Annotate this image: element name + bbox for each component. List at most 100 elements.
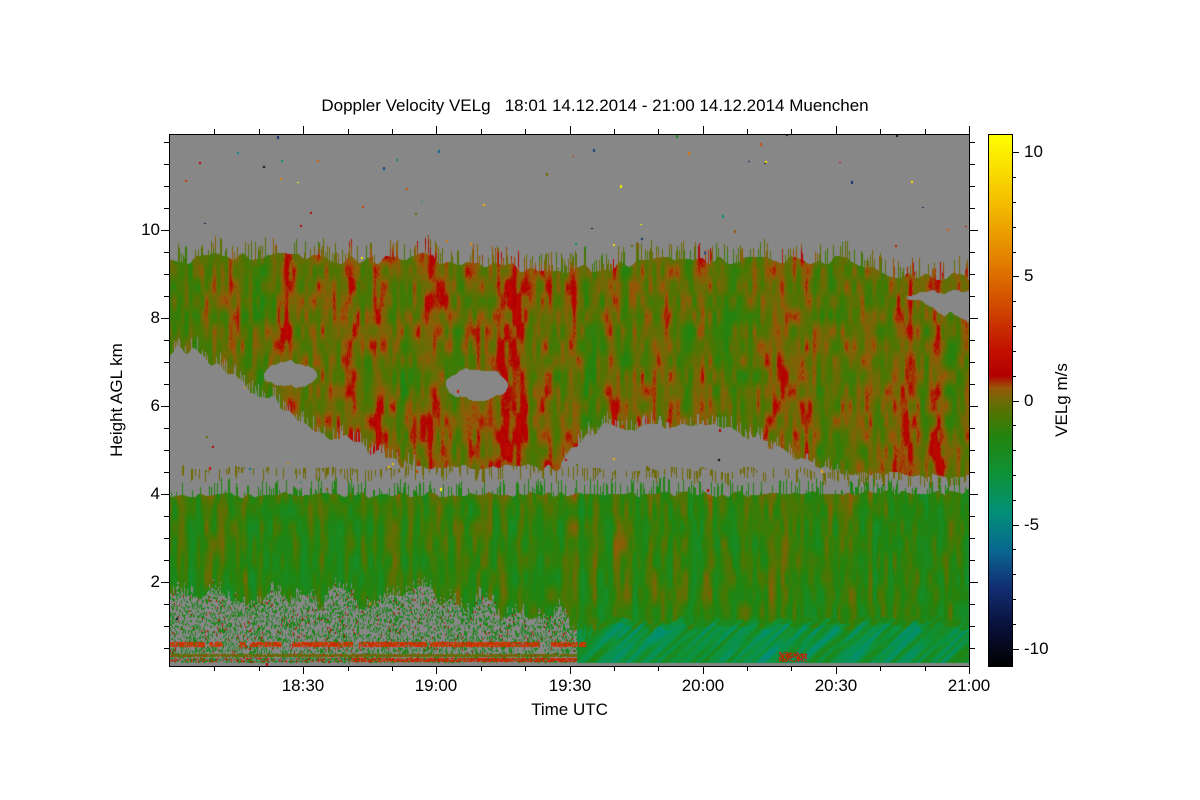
y-minor-tick — [164, 252, 169, 253]
y-minor-tick-right — [970, 428, 975, 429]
colorbar-tick-label: 5 — [1024, 266, 1034, 285]
x-major-tick-top — [703, 126, 704, 134]
x-axis-label: Time UTC — [531, 700, 608, 719]
y-major-tick — [161, 230, 169, 231]
x-minor-tick — [925, 666, 926, 671]
x-major-tick-top — [436, 126, 437, 134]
x-tick-label: 20:00 — [681, 676, 725, 695]
colorbar-tick-label: -5 — [1024, 515, 1040, 534]
colorbar-minor-tick — [1013, 301, 1016, 302]
y-minor-tick-right — [970, 142, 975, 143]
y-minor-tick — [164, 142, 169, 143]
x-minor-tick-top — [348, 129, 349, 134]
y-minor-tick-right — [970, 164, 975, 165]
x-minor-tick-top — [614, 129, 615, 134]
y-major-tick-right — [970, 318, 978, 319]
x-tick-label: 18:30 — [281, 676, 325, 695]
y-minor-tick-right — [970, 604, 975, 605]
x-minor-tick-top — [214, 129, 215, 134]
x-minor-tick-top — [481, 129, 482, 134]
y-tick-label: 2 — [150, 572, 160, 591]
y-major-tick — [161, 406, 169, 407]
x-minor-tick — [392, 666, 393, 671]
plot-area — [169, 134, 970, 667]
y-minor-tick-right — [970, 340, 975, 341]
y-minor-tick — [164, 560, 169, 561]
y-minor-tick-right — [970, 296, 975, 297]
y-minor-tick-right — [970, 516, 975, 517]
y-major-tick — [161, 318, 169, 319]
x-tick-label: 20:30 — [814, 676, 858, 695]
y-minor-tick-right — [970, 472, 975, 473]
y-major-tick-right — [970, 406, 978, 407]
colorbar-minor-tick — [1013, 450, 1016, 451]
x-minor-tick — [880, 666, 881, 671]
y-major-tick-right — [970, 494, 978, 495]
colorbar-major-tick — [1013, 152, 1019, 153]
colorbar-major-tick — [1013, 401, 1019, 402]
y-minor-tick-right — [970, 186, 975, 187]
y-minor-tick — [164, 164, 169, 165]
colorbar-minor-tick — [1013, 177, 1016, 178]
y-minor-tick-right — [970, 538, 975, 539]
x-minor-tick-top — [747, 129, 748, 134]
colorbar-minor-tick — [1013, 351, 1016, 352]
y-major-tick-right — [970, 230, 978, 231]
y-major-tick — [161, 494, 169, 495]
colorbar-minor-tick — [1013, 624, 1016, 625]
colorbar-minor-tick — [1013, 425, 1016, 426]
x-minor-tick — [259, 666, 260, 671]
x-tick-label: 21:00 — [947, 676, 991, 695]
colorbar-major-tick — [1013, 649, 1019, 650]
x-minor-tick-top — [525, 129, 526, 134]
colorbar-label: VELg m/s — [1052, 363, 1071, 437]
colorbar-minor-tick — [1013, 574, 1016, 575]
colorbar-tick-label: -10 — [1024, 639, 1049, 658]
velocity-heatmap-canvas — [170, 135, 969, 666]
y-minor-tick-right — [970, 648, 975, 649]
x-minor-tick-top — [791, 129, 792, 134]
colorbar-minor-tick — [1013, 326, 1016, 327]
y-minor-tick — [164, 384, 169, 385]
x-minor-tick — [525, 666, 526, 671]
x-minor-tick — [791, 666, 792, 671]
x-major-tick — [969, 666, 970, 674]
x-minor-tick — [214, 666, 215, 671]
colorbar-tick-label: 10 — [1024, 142, 1043, 161]
x-minor-tick — [747, 666, 748, 671]
y-minor-tick-right — [970, 626, 975, 627]
x-minor-tick-top — [392, 129, 393, 134]
x-minor-tick-top — [880, 129, 881, 134]
y-minor-tick — [164, 626, 169, 627]
y-minor-tick — [164, 472, 169, 473]
x-minor-tick — [481, 666, 482, 671]
y-minor-tick — [164, 186, 169, 187]
y-minor-tick-right — [970, 560, 975, 561]
y-minor-tick-right — [970, 274, 975, 275]
colorbar-minor-tick — [1013, 202, 1016, 203]
x-major-tick — [836, 666, 837, 674]
x-minor-tick — [614, 666, 615, 671]
y-minor-tick-right — [970, 362, 975, 363]
y-minor-tick — [164, 428, 169, 429]
colorbar-minor-tick — [1013, 376, 1016, 377]
y-minor-tick — [164, 296, 169, 297]
y-minor-tick — [164, 274, 169, 275]
x-minor-tick-top — [259, 129, 260, 134]
colorbar-minor-tick — [1013, 549, 1016, 550]
colorbar-minor-tick — [1013, 227, 1016, 228]
y-minor-tick-right — [970, 208, 975, 209]
y-minor-tick-right — [970, 450, 975, 451]
doppler-velocity-chart-page: Doppler Velocity VELg 18:01 14.12.2014 -… — [0, 0, 1200, 800]
x-major-tick-top — [836, 126, 837, 134]
y-minor-tick — [164, 450, 169, 451]
y-minor-tick — [164, 648, 169, 649]
y-tick-label: 10 — [141, 220, 160, 239]
chart-title: Doppler Velocity VELg 18:01 14.12.2014 -… — [321, 96, 869, 115]
x-minor-tick-top — [925, 129, 926, 134]
y-minor-tick — [164, 604, 169, 605]
x-major-tick — [303, 666, 304, 674]
y-minor-tick-right — [970, 252, 975, 253]
colorbar-minor-tick — [1013, 599, 1016, 600]
x-tick-label: 19:00 — [414, 676, 458, 695]
